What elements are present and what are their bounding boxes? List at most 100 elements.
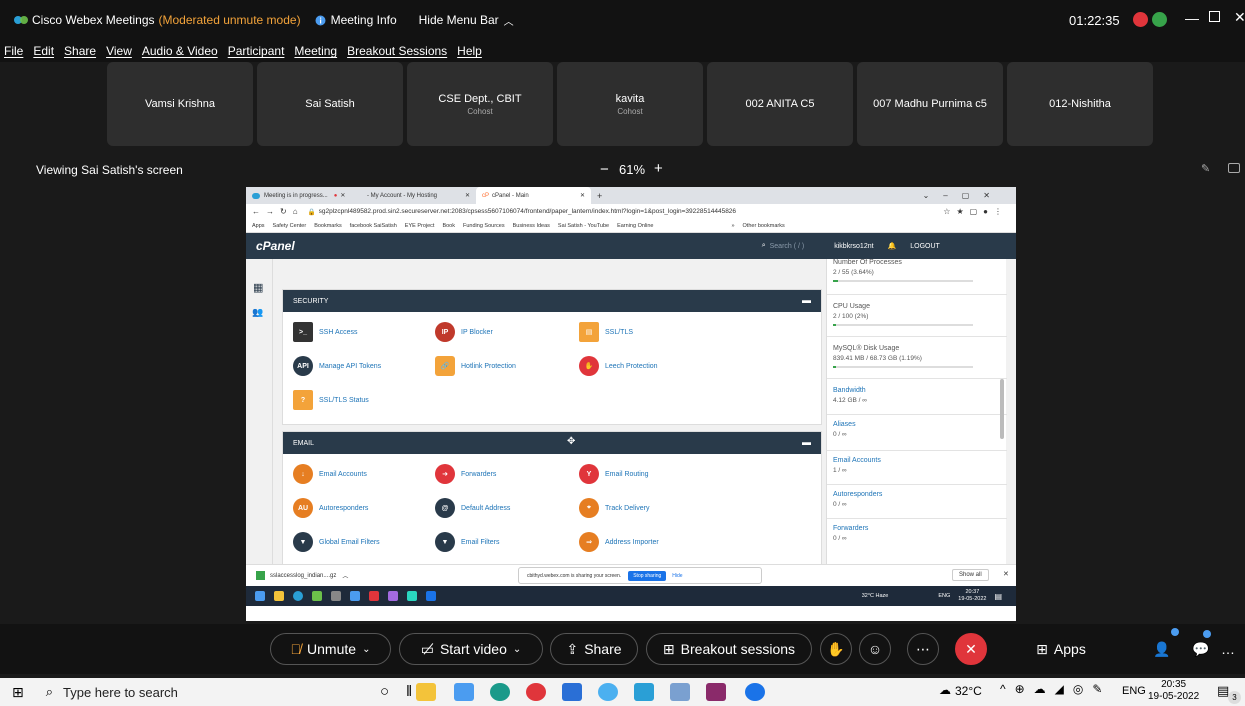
leave-meeting-button[interactable]: ✕ — [955, 633, 987, 665]
bookmark-item[interactable]: Book — [442, 223, 455, 229]
email-routing-link[interactable]: Y Email Routing — [579, 464, 649, 484]
ssl-tls-status-link[interactable]: ? SSL/TLS Status — [293, 390, 369, 410]
menu-edit[interactable]: Edit — [33, 44, 54, 58]
bookmark-item[interactable]: Safety Center — [273, 223, 307, 229]
file-explorer-icon[interactable] — [416, 683, 436, 701]
bookmark-item[interactable]: Funding Sources — [463, 223, 505, 229]
more-options-button[interactable]: ⋯ — [907, 633, 939, 665]
taskbar-search-input[interactable]: Type here to search — [63, 685, 178, 700]
share-button[interactable]: ⇪ Share — [550, 633, 638, 665]
cpanel-user-menu[interactable]: kikbkrso12nt — [834, 243, 873, 250]
logout-button[interactable]: LOGOUT — [910, 243, 940, 250]
search-icon[interactable]: ⌕ — [46, 684, 53, 700]
reactions-button[interactable]: ☺ — [859, 633, 891, 665]
stop-sharing-button[interactable]: Stop sharing — [628, 570, 667, 581]
meeting-info-button[interactable]: Meeting Info — [315, 13, 397, 27]
stat-autoresponders[interactable]: Autoresponders 0 / ∞ — [827, 485, 1007, 519]
stats-scrollbar[interactable] — [1000, 379, 1004, 439]
edge-icon[interactable] — [490, 683, 510, 701]
bookmark-item[interactable]: Sai Satish - YouTube — [558, 223, 609, 229]
ssh-access-link[interactable]: >_ SSH Access — [293, 322, 358, 342]
chevron-down-icon[interactable]: ⌄ — [513, 644, 521, 655]
menu-help[interactable]: Help — [457, 44, 482, 58]
show-all-downloads-button[interactable]: Show all — [952, 569, 989, 581]
email-filters-link[interactable]: ▼ Email Filters — [435, 532, 500, 552]
participants-button[interactable]: 👤 — [1146, 633, 1178, 665]
bookmark-item[interactable]: Earning Online — [617, 223, 653, 229]
grid-icon[interactable]: ▦ — [253, 281, 263, 294]
menu-breakout-sessions[interactable]: Breakout Sessions — [347, 44, 447, 58]
browser-tab[interactable]: - My Account - My Hosting ✕ — [361, 187, 476, 204]
collapse-icon[interactable]: ▬ — [802, 437, 811, 447]
unmute-button[interactable]: 🎙̸ Unmute ⌄ — [270, 633, 391, 665]
widgets-icon[interactable]: ‖ — [406, 683, 414, 701]
bookmark-item[interactable]: EYE Project — [405, 223, 435, 229]
taskbar-language[interactable]: ENG — [1122, 685, 1146, 697]
zoom-in-button[interactable]: + — [654, 160, 663, 177]
ip-blocker-link[interactable]: IP IP Blocker — [435, 322, 493, 342]
start-video-button[interactable]: ▭̸ Start video ⌄ — [399, 633, 543, 665]
menu-view[interactable]: View — [106, 44, 132, 58]
nav-buttons-icon[interactable]: ←→↻⌂ — [252, 207, 304, 216]
menu-meeting[interactable]: Meeting — [294, 44, 337, 58]
close-icon[interactable]: ✕ — [1234, 9, 1245, 26]
minimize-icon[interactable]: — — [1185, 10, 1199, 26]
weather-icon[interactable]: ☁ — [939, 683, 951, 697]
collapse-icon[interactable]: ▬ — [802, 295, 811, 305]
menu-file[interactable]: File — [4, 44, 23, 58]
email-panel-header[interactable]: EMAIL ✥ ▬ — [283, 432, 821, 454]
close-downloads-icon[interactable]: ✕ — [1003, 570, 1009, 578]
taskbar-app-icon[interactable] — [670, 683, 690, 701]
stat-forwarders[interactable]: Forwarders 0 / ∞ — [827, 519, 1007, 553]
restore-icon[interactable] — [1209, 11, 1220, 22]
participant-tile[interactable]: 002 ANITA C5 — [707, 62, 853, 146]
bookmark-item[interactable]: Other bookmarks — [743, 223, 785, 229]
tab-close-icon[interactable]: ✕ — [465, 192, 470, 199]
taskbar-clock[interactable]: 20:35 19-05-2022 — [1148, 679, 1199, 703]
manage-api-tokens-link[interactable]: API Manage API Tokens — [293, 356, 381, 376]
stat-aliases[interactable]: Aliases 0 / ∞ — [827, 415, 1007, 451]
cpanel-logo[interactable]: cPanel — [256, 239, 295, 253]
bell-icon[interactable]: 🔔 — [888, 242, 897, 250]
bookmark-item[interactable]: Bookmarks — [314, 223, 342, 229]
task-view-icon[interactable]: ○ — [380, 683, 400, 701]
bookmark-item[interactable]: Business Ideas — [513, 223, 550, 229]
autoresponders-link[interactable]: AU Autoresponders — [293, 498, 368, 518]
help-icon[interactable] — [745, 683, 765, 701]
browser-tab[interactable]: Meeting is in progress... ● ✕ — [246, 187, 361, 204]
bookmark-item[interactable]: Apps — [252, 223, 265, 229]
system-tray-icons[interactable]: ^⊕☁◢◎✎ — [1000, 682, 1111, 696]
menu-participant[interactable]: Participant — [228, 44, 285, 58]
participant-tile[interactable]: CSE Dept., CBIT Cohost — [407, 62, 553, 146]
windows-start-icon[interactable]: ⊞ — [12, 684, 24, 701]
search-icon[interactable]: ⌕ — [762, 242, 766, 250]
browser-tab-active[interactable]: cP cPanel - Main ✕ — [476, 187, 591, 204]
default-address-link[interactable]: @ Default Address — [435, 498, 510, 518]
taskbar-app-icon[interactable] — [454, 683, 474, 701]
zoom-out-button[interactable]: − — [600, 161, 609, 178]
participant-tile[interactable]: kavita Cohost — [557, 62, 703, 146]
download-item[interactable]: sslaccesslog_indian....gz — [270, 573, 336, 579]
popout-icon[interactable] — [1228, 163, 1240, 173]
stat-email-accounts[interactable]: Email Accounts 1 / ∞ — [827, 451, 1007, 485]
hide-banner-button[interactable]: Hide — [672, 573, 682, 579]
annotate-icon[interactable]: ✎ — [1201, 162, 1210, 175]
bookmark-item[interactable]: facebook SaiSatish — [350, 223, 397, 229]
new-tab-button[interactable]: + — [597, 191, 602, 201]
tab-close-icon[interactable]: ✕ — [340, 192, 345, 199]
record-icon[interactable] — [1133, 12, 1148, 27]
track-delivery-link[interactable]: ⌖ Track Delivery — [579, 498, 649, 518]
tab-close-icon[interactable]: ✕ — [580, 192, 585, 199]
ssl-tls-link[interactable]: ▤ SSL/TLS — [579, 322, 633, 342]
stat-bandwidth[interactable]: Bandwidth 4.12 GB / ∞ — [827, 379, 1007, 415]
forwarders-link[interactable]: ➜ Forwarders — [435, 464, 496, 484]
webex-icon[interactable] — [634, 683, 654, 701]
cpanel-search-input[interactable]: Search ( / ) — [770, 243, 805, 250]
participant-tile[interactable]: Sai Satish — [257, 62, 403, 146]
window-controls-icon[interactable]: ⌄–▢✕ — [923, 191, 1004, 200]
taskbar-temperature[interactable]: 32°C — [955, 684, 982, 698]
participant-tile[interactable]: Vamsi Krishna — [107, 62, 253, 146]
global-email-filters-link[interactable]: ▼ Global Email Filters — [293, 532, 380, 552]
menu-audio-video[interactable]: Audio & Video — [142, 44, 218, 58]
hotlink-protection-link[interactable]: 🔗 Hotlink Protection — [435, 356, 516, 376]
